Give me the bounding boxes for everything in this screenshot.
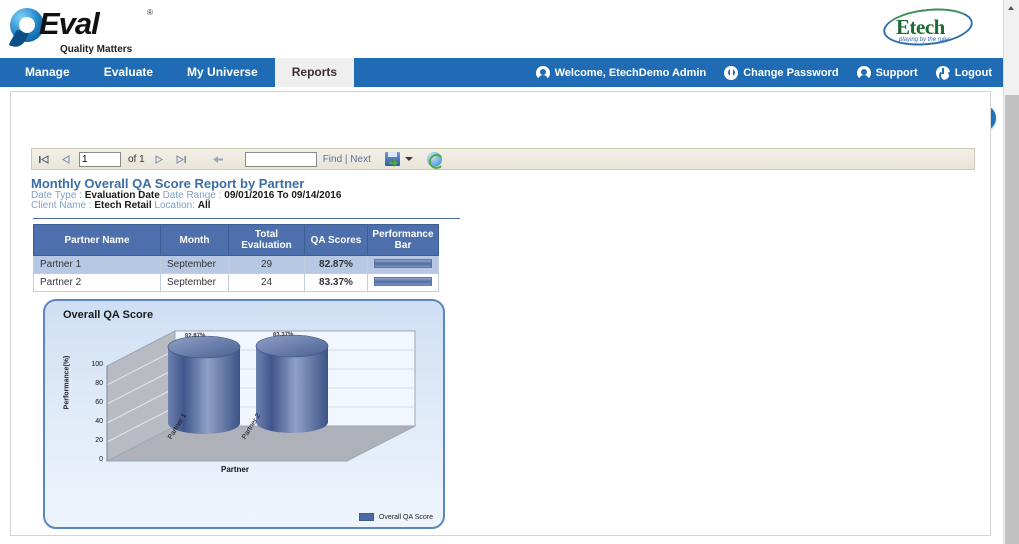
main-navigation-bar: Manage Evaluate My Universe Reports Welc…	[0, 58, 1003, 87]
nav-change-password[interactable]: Change Password	[715, 58, 847, 87]
chart-plot-area: Performance(%) 100 80 60 40 20 0 82.87% …	[45, 301, 445, 529]
table-top-rule	[33, 218, 460, 219]
cell-partner-name: Partner 2	[34, 274, 161, 292]
report-title: Monthly Overall QA Score Report by Partn…	[31, 176, 304, 191]
chevron-down-icon[interactable]	[405, 157, 413, 161]
nav-support[interactable]: Support	[848, 58, 927, 87]
qeval-registered-mark: ®	[147, 8, 153, 17]
date-range-value: 09/01/2016 To 09/14/2016	[224, 190, 341, 201]
previous-page-button[interactable]	[54, 149, 76, 169]
back-arrow-icon	[212, 154, 224, 165]
gear-icon	[724, 66, 738, 80]
next-page-icon	[154, 154, 165, 165]
legend-color-swatch	[359, 513, 374, 521]
table-row[interactable]: Partner 1 September 29 82.87%	[34, 256, 439, 274]
chart-x-axis-label: Partner	[185, 465, 285, 474]
column-header-total-evaluation: Total Evaluation	[229, 225, 305, 256]
etech-logo[interactable]: Etech playing by the rules	[883, 4, 973, 52]
cell-total-evaluation: 24	[229, 274, 305, 292]
overall-qa-score-chart-panel: Overall QA Score	[43, 299, 445, 529]
qa-score-table: Partner Name Month Total Evaluation QA S…	[33, 224, 439, 292]
nav-welcome-user[interactable]: Welcome, EtechDemo Admin	[527, 58, 716, 87]
qeval-wordmark: Eval	[39, 7, 99, 41]
support-user-icon	[857, 66, 871, 80]
chart-y-axis-label: Performance(%)	[64, 353, 71, 413]
y-tick-label: 80	[83, 380, 103, 387]
qeval-key-icon	[104, 22, 116, 34]
column-header-qa-scores: QA Scores	[305, 225, 368, 256]
user-icon	[536, 66, 550, 80]
power-icon	[936, 66, 950, 80]
column-header-partner-name: Partner Name	[34, 225, 161, 256]
client-name-value: Etech Retail	[94, 200, 151, 211]
back-to-parent-button[interactable]	[207, 149, 229, 169]
location-value: All	[198, 200, 211, 211]
performance-bar-fill	[374, 259, 432, 268]
previous-page-icon	[60, 154, 71, 165]
nav-change-password-label: Change Password	[743, 67, 838, 79]
y-tick-label: 40	[83, 418, 103, 425]
find-next-links[interactable]: Find | Next	[323, 154, 371, 165]
y-tick-label: 20	[83, 437, 103, 444]
column-header-month: Month	[161, 225, 229, 256]
bar-data-label: 82.87%	[185, 333, 206, 340]
report-content-panel: of 1 Find | Next	[10, 91, 991, 536]
scrollbar-thumb[interactable]	[1005, 95, 1019, 544]
page-header: Eval ® Quality Matters Etech playing by …	[0, 0, 1003, 58]
page-number-input[interactable]	[79, 152, 121, 167]
client-name-label: Client Name :	[31, 200, 92, 211]
table-header-row: Partner Name Month Total Evaluation QA S…	[34, 225, 439, 256]
legend-label: Overall QA Score	[379, 514, 433, 521]
location-label: Location:	[154, 200, 195, 211]
etech-tagline: playing by the rules	[899, 37, 951, 43]
nav-item-reports[interactable]: Reports	[275, 58, 354, 87]
page-count-label: of 1	[128, 154, 145, 165]
cell-qa-score: 83.37%	[305, 274, 368, 292]
primary-nav: Manage Evaluate My Universe Reports	[8, 58, 354, 87]
cell-partner-name: Partner 1	[34, 256, 161, 274]
nav-item-my-universe[interactable]: My Universe	[170, 58, 275, 87]
cell-performance-bar	[368, 256, 439, 274]
nav-welcome-label: Welcome, EtechDemo Admin	[555, 67, 707, 79]
export-save-icon[interactable]	[385, 152, 400, 166]
nav-item-manage[interactable]: Manage	[8, 58, 87, 87]
nav-logout[interactable]: Logout	[927, 58, 1001, 87]
nav-support-label: Support	[876, 67, 918, 79]
last-page-icon	[176, 154, 187, 165]
y-tick-label: 60	[83, 399, 103, 406]
nav-logout-label: Logout	[955, 67, 992, 79]
cell-month: September	[161, 274, 229, 292]
first-page-button[interactable]	[32, 149, 54, 169]
application-root: Eval ® Quality Matters Etech playing by …	[0, 0, 1019, 544]
y-tick-label: 100	[83, 361, 103, 368]
cell-performance-bar	[368, 274, 439, 292]
cell-qa-score: 82.87%	[305, 256, 368, 274]
qeval-logo[interactable]: Eval ® Quality Matters	[8, 4, 178, 56]
vertical-scrollbar[interactable]	[1003, 0, 1019, 544]
scrollbar-up-button[interactable]	[1004, 0, 1019, 16]
refresh-icon[interactable]	[427, 152, 442, 167]
scroll-up-arrow-icon	[1008, 6, 1014, 10]
find-input[interactable]	[245, 152, 317, 167]
first-page-icon	[38, 154, 49, 165]
last-page-button[interactable]	[171, 149, 193, 169]
chart-legend: Overall QA Score	[359, 513, 433, 521]
bar-data-label: 83.37%	[273, 332, 294, 339]
cell-total-evaluation: 29	[229, 256, 305, 274]
next-page-button[interactable]	[149, 149, 171, 169]
qeval-tagline: Quality Matters	[60, 44, 132, 55]
report-meta-line-2: Client Name : Etech Retail Location: All	[31, 200, 211, 211]
report-viewer-toolbar: of 1 Find | Next	[31, 148, 975, 170]
table-row[interactable]: Partner 2 September 24 83.37%	[34, 274, 439, 292]
secondary-nav: Welcome, EtechDemo Admin Change Password…	[527, 58, 1001, 87]
chart-3d-scene	[45, 301, 445, 529]
cell-month: September	[161, 256, 229, 274]
y-tick-label: 0	[83, 456, 103, 463]
performance-bar-fill	[374, 277, 432, 286]
nav-item-evaluate[interactable]: Evaluate	[87, 58, 170, 87]
column-header-performance-bar: Performance Bar	[368, 225, 439, 256]
